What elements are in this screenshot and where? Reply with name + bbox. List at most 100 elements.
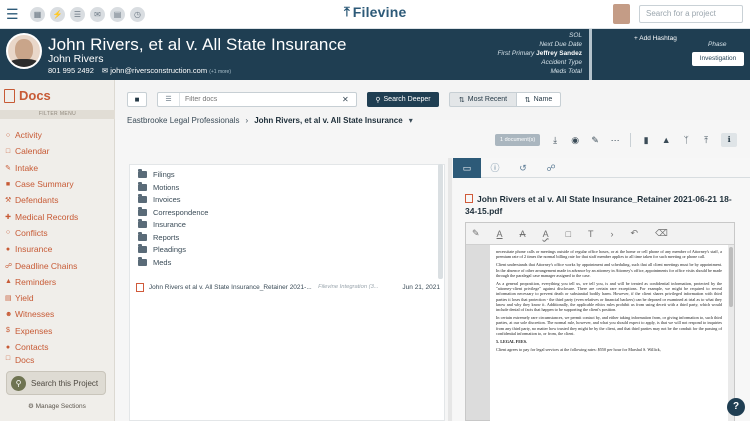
edit-icon[interactable]: ✎ [590,135,600,145]
medical-icon: ✚ [5,213,11,221]
document-icon[interactable]: ▮ [641,135,651,145]
folder-item[interactable]: Insurance [138,219,186,229]
folder-item[interactable]: Reports [138,231,179,242]
field-meds-total: Meds Total [550,68,582,75]
file-row[interactable]: John Rivers et al v. All State Insurance… [136,280,440,294]
user-avatar[interactable] [613,4,630,24]
phase-button[interactable]: Investigation [692,52,744,66]
sidebar-item-conflicts[interactable]: ○ Conflicts [5,225,78,241]
undo-icon[interactable]: ↶ [631,228,639,239]
list-icon[interactable]: ☰ [70,7,85,22]
calendar-icon[interactable]: ▦ [30,7,45,22]
squiggly-icon[interactable]: A [543,229,549,239]
filter-docs-input[interactable] [180,96,340,103]
sidebar-item-yield[interactable]: ▤ Yield [5,290,78,306]
folder-item[interactable]: Correspondence [138,206,208,217]
chevron-down-icon[interactable]: ▾ [409,116,413,125]
page-paragraph: Client understands that Attorney's offic… [496,262,722,278]
sidebar-item-activity[interactable]: ○ Activity [5,127,78,143]
field-sol: SOL [568,32,582,39]
history-icon: ↺ [519,163,527,173]
pdf-page: necessitate phone calls or meetings outs… [490,245,728,421]
clock-icon[interactable]: ◷ [130,7,145,22]
tab-info[interactable]: ⓘ [481,158,509,178]
search-project-button[interactable]: ⚲ Search this Project [6,371,106,395]
sort-most-recent-button[interactable]: ⇅ Most Recent [449,92,517,107]
manage-sections-link[interactable]: ⚙ Manage Sections [28,402,86,410]
conflict-icon: ○ [5,229,11,237]
tab-history[interactable]: ↺ [509,158,537,178]
sidebar-item-reminders[interactable]: ▲ Reminders [5,274,78,290]
sidebar-item-defendants[interactable]: ⚒ Defendants [5,192,78,208]
info-icon[interactable]: ℹ [721,133,738,147]
bell-icon: ▲ [5,278,12,286]
download-icon[interactable]: ⤓ [550,135,560,145]
client-phone[interactable]: 801 995 2492 [48,66,94,75]
eraser-icon[interactable]: ⌫ [655,228,668,239]
person-share-icon[interactable]: ᛉ [681,135,691,145]
chevron-right-icon[interactable]: › [611,229,614,239]
sidebar-item-deadline-chains[interactable]: ☍ Deadline Chains [5,257,78,273]
sidebar-item-docs[interactable]: □ Docs [5,355,78,363]
mail-icon[interactable]: ✉ [90,7,105,22]
more-icon[interactable]: ⋯ [610,135,620,145]
app-name: Filevine [352,4,407,20]
folder-item[interactable]: Meds [138,256,171,267]
breadcrumb-root[interactable]: Eastbrooke Legal Professionals [127,116,240,125]
sidebar-item-medical-records[interactable]: ✚ Medical Records [5,208,78,224]
sidebar-item-intake[interactable]: ✎ Intake [5,160,78,176]
view-icon[interactable]: ◉ [570,135,580,145]
client-name[interactable]: John Rivers [48,53,103,65]
folder-icon: ■ [134,95,140,104]
panel-splitter[interactable] [448,158,452,421]
add-hashtag-button[interactable]: + Add Hashtag [634,35,677,42]
viewer-scrollbar[interactable] [728,245,734,421]
tab-link[interactable]: ☍ [537,158,565,178]
text-icon[interactable]: T [588,229,594,239]
new-folder-button[interactable]: ■ [127,92,147,107]
client-avatar[interactable] [6,33,42,69]
menu-icon[interactable]: ☰ [6,7,20,21]
sidebar-item-insurance[interactable]: ● Insurance [5,241,78,257]
clear-icon[interactable]: ✕ [342,95,349,104]
stamp-icon[interactable]: ▲ [661,135,671,145]
sort-icon: ⇅ [458,96,465,104]
strikethrough-icon[interactable]: A [520,229,526,239]
field-accident-type: Accident Type [541,59,582,66]
folder-icon: ■ [5,180,11,188]
annotation-select-icon[interactable]: ✎ [472,228,480,239]
comment-icon[interactable]: □ [566,229,571,239]
list-scrollbar[interactable] [438,164,443,279]
folder-item[interactable]: Invoices [138,194,181,204]
sidebar-item-case-summary[interactable]: ■ Case Summary [5,176,78,192]
preview-title: John Rivers et al v. All State Insurance… [465,194,732,216]
sidebar-item-witnesses[interactable]: ☻ Witnesses [5,306,78,322]
upload-icon[interactable]: ⤒ [701,135,711,145]
page-paragraph: Client agrees to pay for legal services … [496,347,661,353]
client-email-wrap[interactable]: ✉ john@riversconstruction.com (+1 more) [102,66,231,75]
project-search-input[interactable]: Search for a project [639,5,743,23]
preview-panel: ▭ ⓘ ↺ ☍ John Rivers et al v. All State I… [453,158,750,421]
sidebar-item-contacts[interactable]: ● Contacts [5,339,78,355]
scrollbar-thumb[interactable] [729,247,733,307]
filter-menu[interactable]: FILTER MENU [0,110,115,119]
search-deeper-button[interactable]: ⚲ Search Deeper [367,92,439,107]
sort-name-button[interactable]: ⇅ Name [517,92,561,107]
folder-item[interactable]: Motions [138,181,179,192]
sidebar-item-expenses[interactable]: $ Expenses [5,323,78,339]
project-title: John Rivers, et al v. All State Insuranc… [48,35,347,54]
tab-preview[interactable]: ▭ [453,158,481,178]
app-logo[interactable]: ⤒ Filevine [344,4,406,20]
filter-options-icon[interactable]: ☰ [158,93,180,106]
help-button[interactable]: ? [727,398,745,416]
folder-item[interactable]: Filings [138,169,175,179]
calendar-icon: □ [5,147,11,155]
sidebar-item-calendar[interactable]: □ Calendar [5,143,78,159]
pdf-icon [465,194,473,203]
logo-mark-icon: ⤒ [344,4,350,19]
underline-icon[interactable]: A [497,229,503,239]
clipboard-icon[interactable]: ▤ [110,7,125,22]
page-paragraph: As a general proposition, everything you… [496,281,722,313]
folder-item[interactable]: Pleadings [138,244,186,254]
bolt-icon[interactable]: ⚡ [50,7,65,22]
